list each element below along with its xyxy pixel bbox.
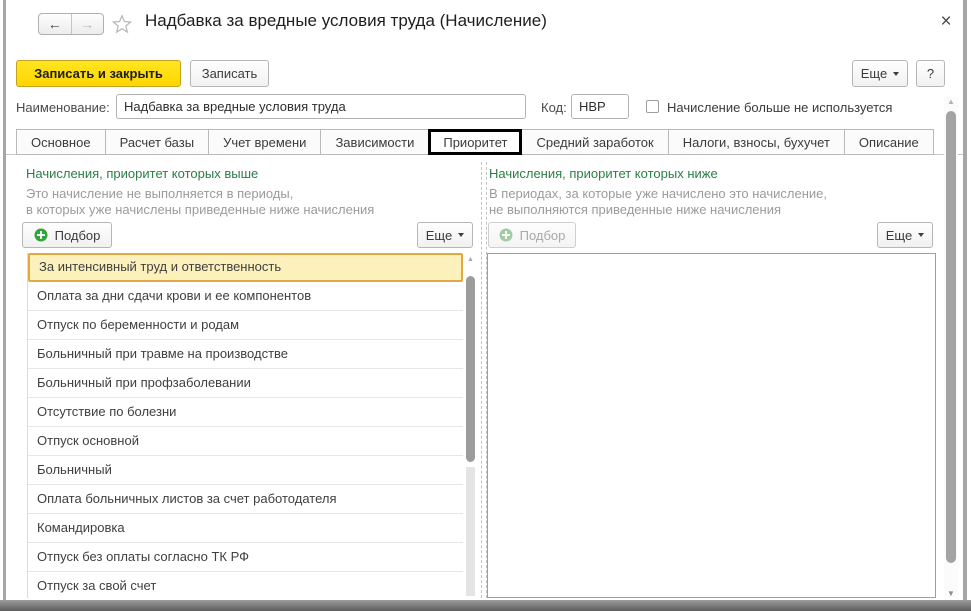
- scroll-down-icon[interactable]: ▼: [944, 589, 958, 598]
- list-item[interactable]: Оплата больничных листов за счет работод…: [28, 485, 463, 514]
- tab-time-tracking[interactable]: Учет времени: [208, 129, 321, 155]
- list-scrollbar-track[interactable]: [466, 467, 475, 596]
- tab-base-calc[interactable]: Расчет базы: [105, 129, 210, 155]
- more-button-left[interactable]: Еще: [417, 222, 473, 248]
- list-scrollbar-thumb[interactable]: [466, 276, 475, 462]
- window-border-right: [963, 0, 967, 600]
- tab-bar: Основное Расчет базы Учет времени Зависи…: [16, 129, 933, 155]
- star-icon: [111, 13, 133, 35]
- close-button[interactable]: ×: [934, 10, 958, 34]
- list-item[interactable]: Оплата за дни сдачи крови и ее компонент…: [28, 282, 463, 311]
- more-button-left-label: Еще: [426, 228, 452, 243]
- name-input[interactable]: [116, 94, 526, 119]
- code-input[interactable]: [571, 94, 629, 119]
- higher-priority-description-line2: в которых уже начислены приведенные ниже…: [26, 202, 374, 217]
- list-item[interactable]: Больничный при профзаболевании: [28, 369, 463, 398]
- back-arrow-icon: ←: [48, 16, 62, 32]
- dropdown-arrow-icon: [458, 233, 464, 237]
- list-item[interactable]: Отпуск без оплаты согласно ТК РФ: [28, 543, 463, 572]
- higher-priority-description-line1: Это начисление не выполняется в периоды,: [26, 186, 293, 201]
- tab-description[interactable]: Описание: [844, 129, 934, 155]
- pick-button-left-label: Подбор: [55, 228, 101, 243]
- add-plus-icon: [34, 228, 48, 242]
- list-item[interactable]: Больничный при травме на производстве: [28, 340, 463, 369]
- page-title: Надбавка за вредные условия труда (Начис…: [145, 11, 547, 31]
- window-scrollbar[interactable]: ▲ ▼: [944, 97, 958, 598]
- list-item[interactable]: Отсутствие по болезни: [28, 398, 463, 427]
- tab-main[interactable]: Основное: [16, 129, 106, 155]
- deprecated-checkbox-label[interactable]: Начисление больше не используется: [667, 100, 892, 115]
- forward-arrow-icon: →: [80, 16, 94, 32]
- pick-button-left[interactable]: Подбор: [22, 222, 112, 248]
- window-bottom-bar: [0, 600, 971, 611]
- save-and-close-button[interactable]: Записать и закрыть: [16, 60, 181, 87]
- tab-average-earnings[interactable]: Средний заработок: [521, 129, 668, 155]
- list-scrollbar[interactable]: ▲: [464, 253, 477, 598]
- list-item-selected[interactable]: За интенсивный труд и ответственность: [28, 253, 463, 282]
- lower-priority-header: Начисления, приоритет которых ниже: [489, 166, 718, 181]
- tab-dependencies[interactable]: Зависимости: [320, 129, 429, 155]
- scroll-up-icon[interactable]: ▲: [944, 97, 958, 106]
- window-border-left: [3, 0, 6, 600]
- list-item[interactable]: Отпуск по беременности и родам: [28, 311, 463, 340]
- favorite-button[interactable]: [110, 12, 134, 36]
- more-button-label: Еще: [861, 66, 887, 81]
- window-scrollbar-thumb[interactable]: [946, 111, 956, 563]
- forward-button[interactable]: →: [71, 14, 104, 34]
- list-item[interactable]: Командировка: [28, 514, 463, 543]
- pick-button-right-disabled: Подбор: [488, 222, 576, 248]
- scroll-up-icon[interactable]: ▲: [464, 256, 477, 263]
- tab-priority[interactable]: Приоритет: [428, 129, 522, 155]
- save-button[interactable]: Записать: [190, 60, 269, 87]
- help-button[interactable]: ?: [916, 60, 945, 87]
- lower-priority-list-empty[interactable]: [487, 253, 936, 598]
- higher-priority-header: Начисления, приоритет которых выше: [26, 166, 258, 181]
- more-button-top[interactable]: Еще: [852, 60, 908, 87]
- close-icon: ×: [940, 11, 951, 33]
- deprecated-checkbox[interactable]: [646, 100, 659, 113]
- add-plus-icon-disabled: [499, 228, 513, 242]
- more-button-right[interactable]: Еще: [877, 222, 933, 248]
- higher-priority-list: За интенсивный труд и ответственность Оп…: [27, 253, 477, 598]
- code-label: Код:: [541, 100, 567, 115]
- pick-button-right-label: Подбор: [520, 228, 566, 243]
- more-button-right-label: Еще: [886, 228, 912, 243]
- back-button[interactable]: ←: [39, 14, 71, 34]
- list-item[interactable]: Больничный: [28, 456, 463, 485]
- history-nav-group: ← →: [38, 13, 104, 35]
- name-label: Наименование:: [16, 100, 110, 115]
- dropdown-arrow-icon: [918, 233, 924, 237]
- list-item[interactable]: Отпуск за свой счет: [28, 572, 463, 598]
- list-item[interactable]: Отпуск основной: [28, 427, 463, 456]
- lower-priority-description-line2: не выполняются приведенные ниже начислен…: [489, 202, 781, 217]
- dropdown-arrow-icon: [893, 72, 899, 76]
- lower-priority-description-line1: В периодах, за которые уже начислено это…: [489, 186, 827, 201]
- tab-taxes-accounting[interactable]: Налоги, взносы, бухучет: [668, 129, 845, 155]
